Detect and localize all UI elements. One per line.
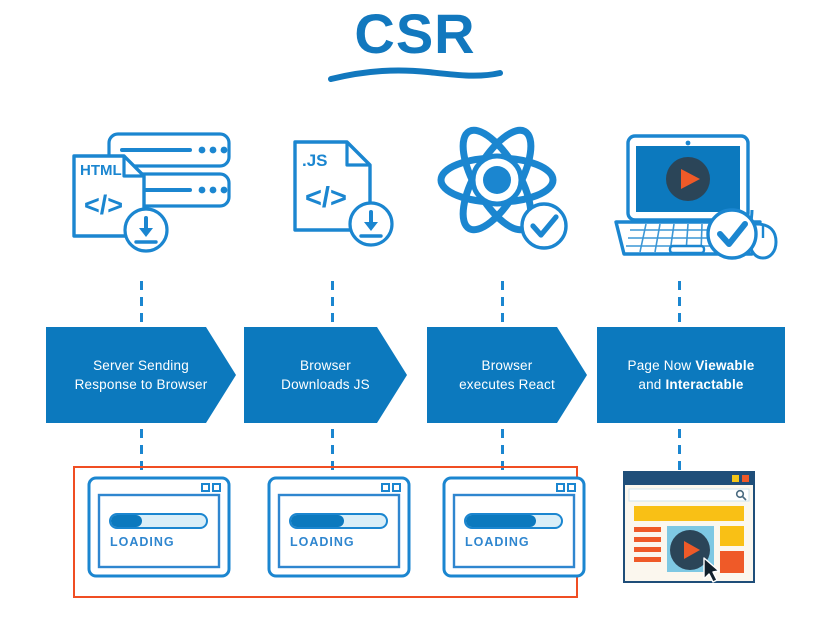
loading-label-2: LOADING — [290, 535, 355, 549]
download-badge — [348, 201, 394, 247]
svg-text:HTML: HTML — [80, 162, 122, 179]
loading-window-2: LOADING — [266, 462, 416, 585]
connector-top-4 — [678, 281, 681, 329]
loading-window-1: LOADING — [86, 462, 236, 585]
title-label: CSR — [354, 2, 476, 65]
svg-text:</>: </> — [305, 182, 347, 214]
connector-top-2 — [331, 281, 334, 329]
step-browser-executes-react[interactable]: Browser executes React — [427, 327, 587, 423]
label-part-page-now: Page Now — [627, 358, 696, 373]
loading-label-1: LOADING — [110, 535, 175, 549]
step-label: Browser Downloads JS — [281, 358, 370, 392]
step-label-composite: Page Now Viewable and Interactable — [622, 356, 761, 394]
title-underline-swoosh — [327, 67, 503, 82]
svg-text:</>: </> — [84, 190, 123, 220]
icon-server-html-download: HTML </> — [62, 118, 252, 273]
label-part-and: and — [638, 377, 666, 392]
label-part-interactable: Interactable — [665, 377, 744, 392]
step-label: Server Sending Response to Browser — [74, 358, 208, 392]
bottom-row: LOADING LOADING LOADING — [0, 462, 830, 602]
step-server-sending[interactable]: Server Sending Response to Browser — [46, 327, 236, 423]
loading-window-3: LOADING — [441, 462, 591, 585]
step-label: Browser executes React — [459, 358, 555, 392]
loading-label-3: LOADING — [465, 535, 530, 549]
download-badge — [123, 207, 169, 253]
page-title: CSR — [0, 4, 830, 84]
icon-row: HTML </> .JS </> — [0, 118, 830, 273]
step-browser-downloads-js[interactable]: Browser Downloads JS — [244, 327, 407, 423]
check-badge — [520, 202, 568, 250]
icon-js-file-download: .JS </> — [285, 118, 410, 273]
process-steps: Server Sending Response to Browser Brows… — [0, 327, 830, 423]
csr-diagram: CSR HTML </> .JS </> Server Sending Resp… — [0, 0, 830, 617]
label-part-viewable: Viewable — [695, 358, 755, 373]
rendered-page-window — [620, 462, 770, 592]
connector-top-3 — [501, 281, 504, 329]
svg-text:.JS: .JS — [302, 151, 328, 170]
check-badge — [706, 208, 758, 260]
icon-laptop-play-check — [600, 118, 785, 273]
connector-top-1 — [140, 281, 143, 329]
step-page-viewable[interactable]: Page Now Viewable and Interactable — [597, 327, 785, 423]
icon-react-atom-check — [432, 118, 582, 273]
